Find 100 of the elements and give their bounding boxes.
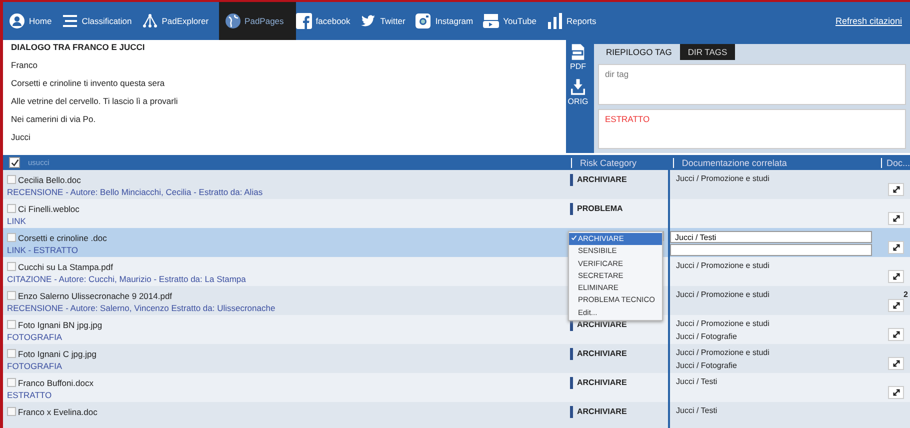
nav-item[interactable]: Classification	[62, 2, 142, 40]
file-description: CITAZIONE - Autore: Cucchi, Maurizio - Estratto da: La Stampa	[7, 273, 247, 285]
expand-button[interactable]	[888, 212, 904, 225]
row-checkbox[interactable]	[7, 175, 16, 184]
expand-button[interactable]	[888, 241, 904, 254]
column-header[interactable]: Risk Category	[571, 158, 673, 168]
table-row[interactable]: Cecilia Bello.doc RECENSIONE - Autore: Bello Minciacchi, Cecilia - Estratto da: Alias ARCHIVIARE Jucci / Promozione e studi	[3, 170, 910, 199]
risk-category: ARCHIVIARE	[570, 319, 627, 331]
file-name: Cecilia Bello.doc	[18, 174, 81, 184]
download-button[interactable]: ORIG	[566, 79, 590, 106]
nav-item[interactable]: PadExplorer	[142, 2, 219, 40]
doc-link: Jucci / Fotografie	[676, 360, 738, 372]
column-header[interactable]: Doc...	[881, 158, 910, 168]
dir-tag-field[interactable]: dir tag	[598, 64, 906, 104]
expand-icon	[892, 214, 900, 223]
tag-tab[interactable]: DIR TAGS	[680, 44, 736, 60]
expand-button[interactable]	[888, 183, 904, 196]
row-checkbox[interactable]	[7, 320, 16, 329]
doc-link: Jucci / Promozione e studi	[676, 260, 770, 272]
table-row[interactable]: Franco Buffoni.docx ESTRATTO ARCHIVIARE Jucci / Testi	[3, 373, 910, 402]
file-name: Enzo Salerno Ulissecronache 9 2014.pdf	[18, 290, 172, 300]
table-row[interactable]: Ci Finelli.webloc LINK PROBLEMA	[3, 199, 910, 228]
file-description: RECENSIONE - Autore: Bello Minciacchi, Cecilia - Estratto da: Alias	[7, 186, 264, 198]
editor-line: DIALOGO TRA FRANCO E JUCCI	[11, 43, 146, 52]
tree-icon	[142, 13, 158, 29]
risk-category: PROBLEMA	[570, 203, 623, 215]
editor-line: Alle vetrine del cervello. Ti lascio lì a provarli	[11, 97, 179, 106]
nav-item[interactable]: Reports	[546, 2, 606, 40]
nav-item[interactable]: YouTube	[483, 2, 547, 40]
expand-button[interactable]	[888, 357, 904, 370]
file-description: LINK	[7, 215, 27, 227]
expand-icon	[892, 272, 900, 281]
row-checkbox[interactable]	[7, 349, 16, 358]
expand-button[interactable]	[888, 299, 904, 312]
file-name: Corsetti e crinoline .doc	[18, 232, 107, 242]
file-description: RECENSIONE - Autore: Salerno, Vincenzo Estratto da: Ulissecronache	[7, 302, 276, 314]
file-name: Foto Ignani BN jpg.jpg	[18, 320, 102, 330]
video-icon	[483, 13, 500, 29]
bird-icon	[360, 13, 376, 29]
doc-count: 2	[904, 290, 908, 299]
refresh-link[interactable]: Refresh citazioni	[835, 16, 902, 26]
pdf-button[interactable]: PDF	[566, 44, 590, 71]
expand-icon	[892, 330, 900, 339]
expand-icon	[892, 388, 900, 397]
row-checkbox[interactable]	[7, 378, 16, 387]
doc-field[interactable]	[670, 244, 872, 256]
editor-line: Jucci	[11, 133, 32, 142]
globe-icon	[224, 13, 241, 29]
row-checkbox[interactable]	[7, 233, 16, 242]
expand-button[interactable]	[888, 270, 904, 283]
check-icon	[571, 235, 577, 241]
doc-link: Jucci / Promozione e studi	[676, 289, 770, 301]
select-all-checkbox[interactable]	[9, 157, 20, 168]
doc-link: Jucci / Promozione e studi	[676, 173, 770, 185]
facebook-icon	[296, 13, 312, 29]
file-description: FOTOGRAFIA	[7, 360, 64, 372]
file-name: Franco Buffoni.docx	[18, 378, 94, 388]
download-icon	[571, 79, 585, 95]
row-checkbox[interactable]	[7, 407, 16, 416]
risk-category: ARCHIVIARE	[570, 348, 627, 360]
file-name: Foto Ignani C jpg.jpg	[18, 348, 96, 358]
doc-link: Jucci / Fotografie	[676, 331, 738, 343]
menu-icon	[62, 13, 78, 29]
bar-chart-icon	[546, 13, 563, 29]
table-row[interactable]: Foto Ignani BN jpg.jpg FOTOGRAFIA ARCHIVIARE Jucci / Promozione e studi Jucci / Fotografie	[3, 315, 910, 344]
expand-button[interactable]	[888, 328, 904, 341]
nav-item[interactable]: Instagram	[415, 2, 484, 40]
pdf-icon	[571, 44, 585, 60]
editor-line: Nei camerini di via Po.	[11, 115, 97, 124]
expand-icon	[892, 185, 900, 194]
file-description: ESTRATTO	[7, 389, 53, 401]
file-description: FOTOGRAFIA	[7, 331, 64, 343]
row-checkbox[interactable]	[7, 291, 16, 300]
editor-line: Franco	[11, 61, 38, 70]
camera-icon	[415, 13, 432, 29]
file-name: Ci Finelli.webloc	[18, 204, 80, 214]
risk-category: ARCHIVIARE	[570, 174, 627, 186]
extract-field[interactable]: ESTRATTO	[598, 108, 906, 149]
expand-button[interactable]	[888, 386, 904, 399]
doc-link: Jucci / Promozione e studi	[676, 347, 770, 359]
row-checkbox[interactable]	[7, 262, 16, 271]
file-description: LINK - ESTRATTO	[7, 244, 80, 256]
expand-icon	[892, 359, 900, 368]
nav-item[interactable]: facebook	[296, 2, 360, 40]
doc-field[interactable]: Jucci / Testi	[670, 231, 872, 243]
file-name: Franco x Evelina.doc	[18, 406, 98, 416]
row-checkbox[interactable]	[7, 204, 16, 213]
risk-category: ARCHIVIARE	[570, 377, 627, 389]
editor-line: Corsetti e crinoline ti invento questa sera	[11, 79, 166, 88]
table-row[interactable]: Franco x Evelina.doc ARCHIVIARE Jucci / Testi	[3, 402, 910, 428]
expand-icon	[892, 301, 900, 310]
table-row[interactable]: Foto Ignani C jpg.jpg FOTOGRAFIA ARCHIVIARE Jucci / Promozione e studi Jucci / Fotografie	[3, 344, 910, 373]
nav-item[interactable]: Twitter	[360, 2, 416, 40]
column-header[interactable]: Documentazione correlata	[672, 158, 882, 168]
nav-item[interactable]: Home	[9, 2, 62, 40]
text-editor[interactable]: DIALOGO TRA FRANCO E JUCCI Franco Corsetti e crinoline ti invento questa sera Alle vetrine del cervello. Ti lascio lì a provarli Nei camerini di via Po. Jucci	[3, 40, 566, 153]
file-name: Cucchi su La Stampa.pdf	[18, 262, 113, 272]
doc-link: Jucci / Testi	[676, 405, 718, 417]
user-icon	[9, 13, 25, 29]
nav-item[interactable]: PadPages	[218, 2, 296, 40]
